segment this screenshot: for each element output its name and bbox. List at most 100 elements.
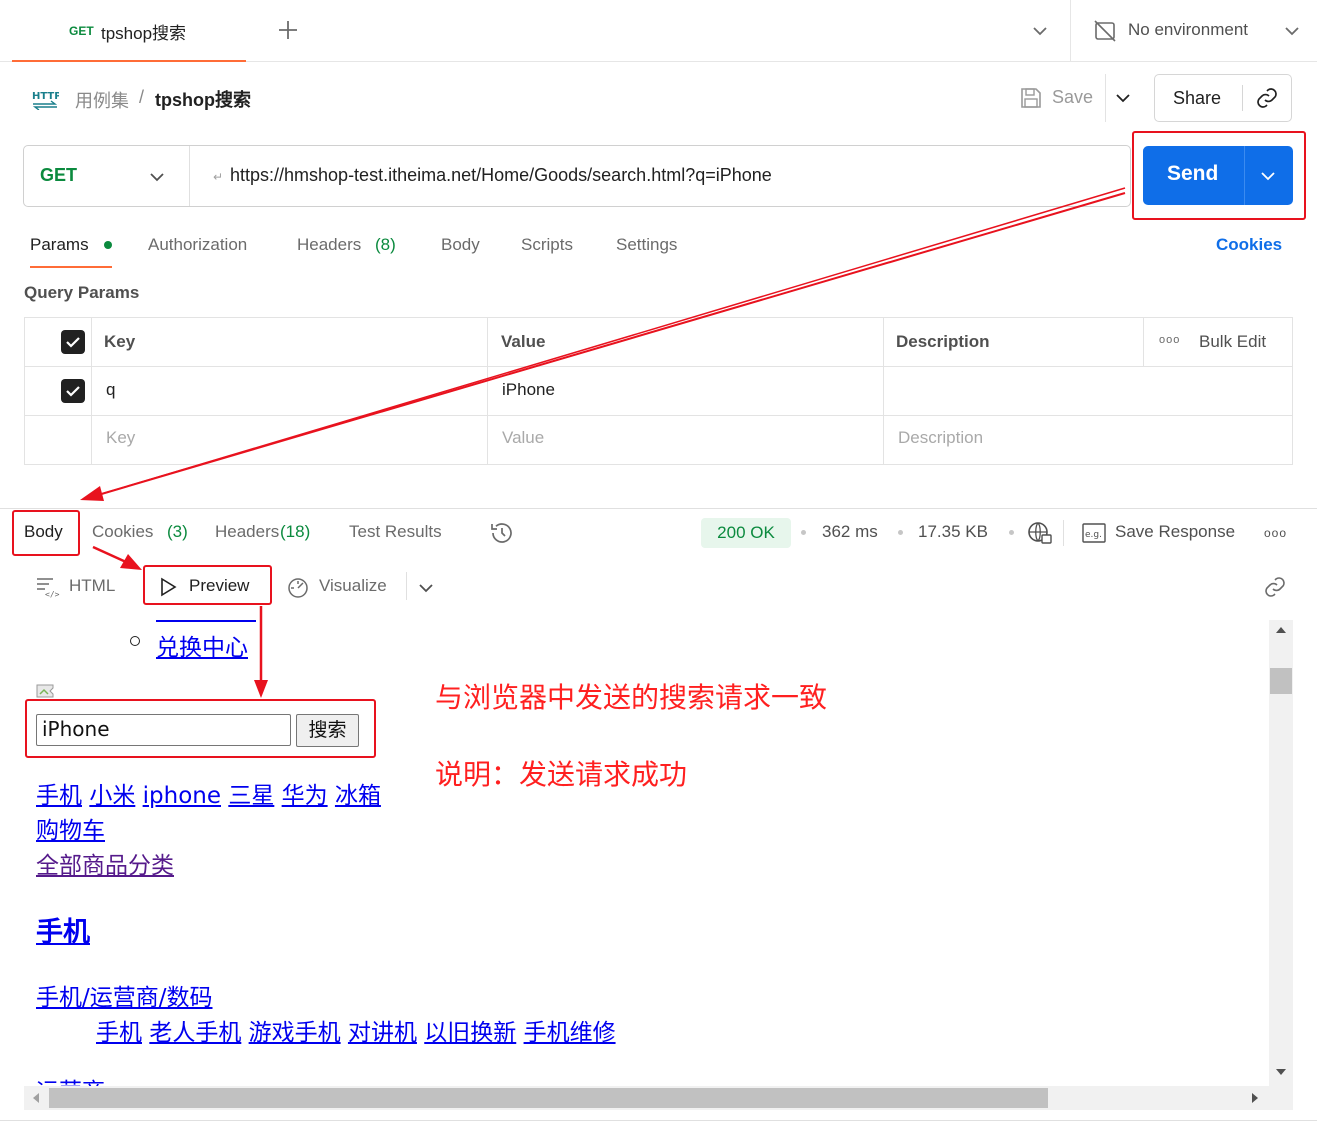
- subcategory-link[interactable]: 对讲机: [348, 1020, 417, 1046]
- breadcrumb-request-name[interactable]: tpshop搜索: [155, 86, 251, 112]
- column-header-value: Value: [501, 332, 546, 351]
- subcategory-title-link[interactable]: 手机/运营商/数码: [36, 978, 213, 1012]
- url-input[interactable]: https://hmshop-test.itheima.net/Home/Goo…: [230, 165, 772, 186]
- status-badge[interactable]: 200 OK: [701, 518, 791, 548]
- more-options-icon[interactable]: ooo: [1159, 334, 1180, 346]
- bulk-edit-button[interactable]: Bulk Edit: [1199, 332, 1266, 352]
- list-bullet: [130, 636, 140, 646]
- preview-vertical-scrollbar[interactable]: [1269, 620, 1293, 1086]
- request-tabs: Params Authorization Headers (8) Body Sc…: [24, 230, 1294, 270]
- meta-dot: [1009, 530, 1014, 535]
- visualize-chevron-icon[interactable]: [417, 579, 435, 597]
- hot-link[interactable]: 手机: [36, 783, 82, 809]
- scroll-left-arrow-icon[interactable]: [32, 1092, 40, 1104]
- svg-text:e.g.: e.g.: [1085, 530, 1102, 540]
- scroll-thumb-vertical[interactable]: [1270, 668, 1292, 694]
- arrow-body-to-preview-line: [92, 545, 127, 564]
- response-tab-cookies[interactable]: Cookies: [92, 522, 153, 542]
- tabs-dropdown-chevron-icon[interactable]: [1031, 22, 1049, 40]
- new-tab-plus-icon[interactable]: [277, 19, 299, 41]
- save-response-example-icon: e.g.: [1082, 522, 1106, 544]
- col-divider: [883, 318, 884, 464]
- share-button[interactable]: Share: [1173, 88, 1221, 109]
- tab-headers-count: (8): [375, 235, 396, 254]
- tab-headers[interactable]: Headers: [297, 235, 361, 255]
- select-all-checkbox[interactable]: [61, 330, 85, 354]
- preview-link-icon[interactable]: [1263, 575, 1287, 599]
- annotation-box-search: [25, 699, 376, 758]
- new-param-key-input[interactable]: Key: [106, 428, 135, 448]
- subcategory-link[interactable]: 老人手机: [149, 1020, 241, 1046]
- subcategory-link[interactable]: 手机: [96, 1020, 142, 1046]
- scroll-thumb-horizontal[interactable]: [49, 1088, 1048, 1108]
- exchange-center-link[interactable]: 兑换中心: [156, 628, 248, 662]
- tab-body[interactable]: Body: [441, 235, 480, 255]
- tab-settings[interactable]: Settings: [616, 235, 677, 255]
- copy-link-icon[interactable]: [1255, 86, 1279, 110]
- response-divider: [0, 508, 1317, 509]
- history-icon[interactable]: [489, 520, 515, 546]
- response-tab-cookies-count: (3): [167, 522, 188, 541]
- save-options-chevron-icon[interactable]: [1114, 89, 1132, 107]
- cookies-link[interactable]: Cookies: [1216, 235, 1282, 255]
- response-tab-test-results[interactable]: Test Results: [349, 522, 442, 542]
- tab-authorization[interactable]: Authorization: [148, 235, 247, 255]
- save-divider: [1105, 74, 1106, 122]
- hot-link[interactable]: 小米: [89, 783, 135, 809]
- hot-link[interactable]: iphone: [143, 783, 221, 809]
- save-response-button[interactable]: Save Response: [1115, 522, 1235, 542]
- breadcrumb-collection[interactable]: 用例集: [75, 87, 129, 113]
- annotation-box-preview: [143, 565, 272, 605]
- subcategory-link[interactable]: 以旧换新: [424, 1020, 516, 1046]
- request-tab[interactable]: GET tpshop搜索: [12, 0, 246, 62]
- breadcrumb-separator: /: [139, 87, 145, 107]
- save-button[interactable]: Save: [1052, 87, 1093, 108]
- view-mode-visualize[interactable]: Visualize: [319, 576, 387, 596]
- param-value-cell[interactable]: iPhone: [502, 380, 555, 400]
- arrow-send-to-body-head: [80, 486, 104, 501]
- cart-link[interactable]: 购物车: [36, 811, 105, 845]
- hot-link[interactable]: 华为: [282, 783, 328, 809]
- env-divider: [1070, 0, 1071, 62]
- html-view-icon: </>: [36, 576, 60, 598]
- preview-horizontal-scrollbar[interactable]: [24, 1086, 1293, 1110]
- environment-chevron-icon[interactable]: [1283, 22, 1301, 40]
- all-categories-link[interactable]: 全部商品分类: [36, 846, 174, 880]
- hot-link[interactable]: 三星: [228, 783, 274, 809]
- new-param-value-input[interactable]: Value: [502, 428, 544, 448]
- method-select-value: GET: [40, 165, 78, 185]
- param-row-checkbox[interactable]: [61, 379, 85, 403]
- visualize-icon: [286, 575, 310, 599]
- share-divider: [1242, 85, 1243, 111]
- param-key-cell[interactable]: q: [106, 380, 115, 400]
- category-heading-link[interactable]: 手机: [36, 910, 90, 949]
- network-globe-lock-icon[interactable]: [1027, 520, 1053, 546]
- subcategory-link[interactable]: 游戏手机: [249, 1020, 341, 1046]
- hot-link[interactable]: 冰箱: [335, 783, 381, 809]
- view-divider: [406, 572, 407, 600]
- meta-divider: [1063, 520, 1064, 546]
- query-params-title: Query Params: [24, 283, 140, 302]
- view-mode-html[interactable]: HTML: [69, 576, 115, 596]
- environment-label[interactable]: No environment: [1128, 20, 1248, 40]
- response-time[interactable]: 362 ms: [822, 522, 878, 542]
- url-bar: GET ↵ https://hmshop-test.itheima.net/Ho…: [23, 145, 1131, 207]
- subcategory-link[interactable]: 手机维修: [524, 1020, 616, 1046]
- scroll-down-arrow-icon[interactable]: [1275, 1068, 1287, 1076]
- method-select[interactable]: GET: [24, 146, 190, 206]
- scroll-right-arrow-icon[interactable]: [1251, 1092, 1259, 1104]
- response-tab-headers[interactable]: Headers: [215, 522, 279, 542]
- cut-off-link[interactable]: [156, 620, 256, 622]
- bottom-border: [0, 1120, 1317, 1121]
- svg-text:</>: </>: [45, 590, 60, 598]
- response-more-options-icon[interactable]: ooo: [1264, 526, 1287, 540]
- url-return-glyph-icon: ↵: [213, 170, 224, 184]
- cutoff-category-link[interactable]: 运营商: [36, 1072, 105, 1086]
- tab-scripts[interactable]: Scripts: [521, 235, 573, 255]
- scroll-up-arrow-icon[interactable]: [1275, 626, 1287, 634]
- annotation-text-success: 说明：发送请求成功: [435, 758, 688, 791]
- response-size[interactable]: 17.35 KB: [918, 522, 988, 542]
- column-header-description: Description: [896, 332, 990, 351]
- new-param-description-input[interactable]: Description: [898, 428, 983, 448]
- tab-params[interactable]: Params: [30, 235, 89, 255]
